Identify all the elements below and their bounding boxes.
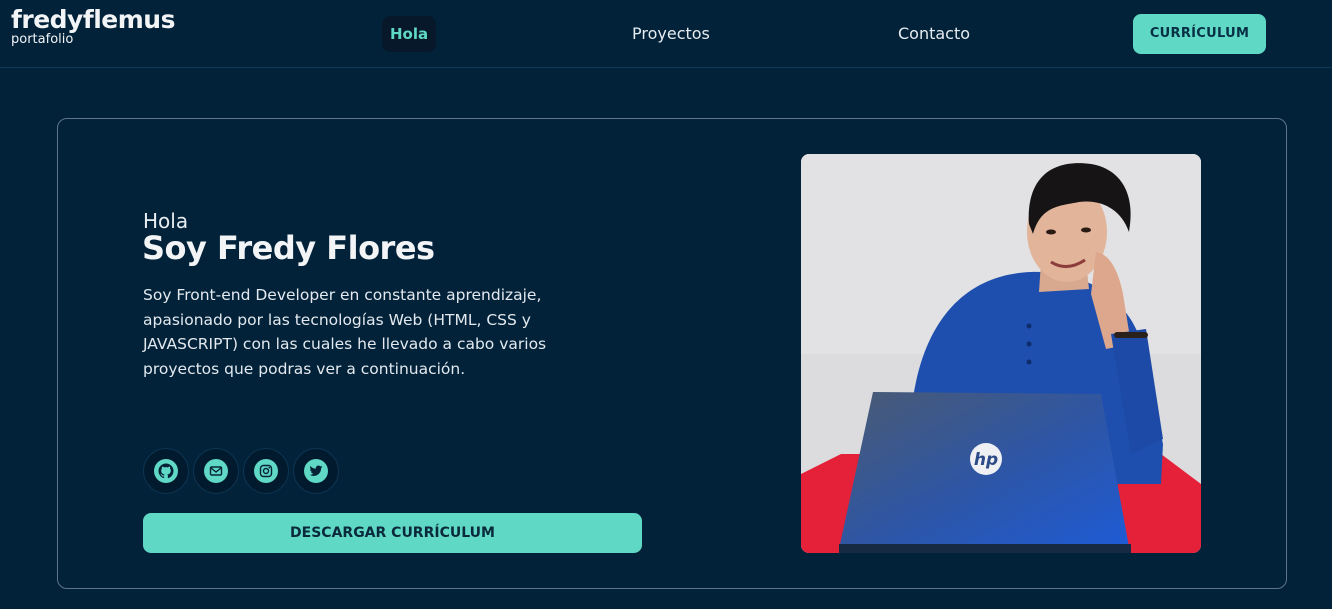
top-navbar: fredyflemus portafolio Hola Proyectos Co… xyxy=(0,0,1332,68)
brand-name: fredyflemus xyxy=(11,5,175,34)
brand-logo[interactable]: fredyflemus portafolio xyxy=(11,6,175,47)
github-icon xyxy=(154,459,178,483)
brand-subtitle: portafolio xyxy=(11,32,74,47)
hero-description: Soy Front-end Developer en constante apr… xyxy=(143,286,547,378)
profile-photo: hp xyxy=(801,154,1201,553)
download-cv-button[interactable]: DESCARGAR CURRÍCULUM xyxy=(143,513,642,553)
instagram-icon xyxy=(254,459,278,483)
email-link[interactable] xyxy=(193,448,239,494)
nav-link-hola[interactable]: Hola xyxy=(382,16,437,52)
laptop-logo: hp xyxy=(974,450,998,470)
twitter-link[interactable] xyxy=(293,448,339,494)
nav-link-proyectos[interactable]: Proyectos xyxy=(632,16,710,52)
curriculum-button[interactable]: CURRÍCULUM xyxy=(1133,14,1266,54)
nav-link-contacto[interactable]: Contacto xyxy=(898,16,970,52)
github-link[interactable] xyxy=(143,448,189,494)
social-links xyxy=(143,448,339,494)
hero-title: Soy Fredy Flores xyxy=(142,229,435,267)
twitter-icon xyxy=(304,459,328,483)
mail-icon xyxy=(204,459,228,483)
instagram-link[interactable] xyxy=(243,448,289,494)
